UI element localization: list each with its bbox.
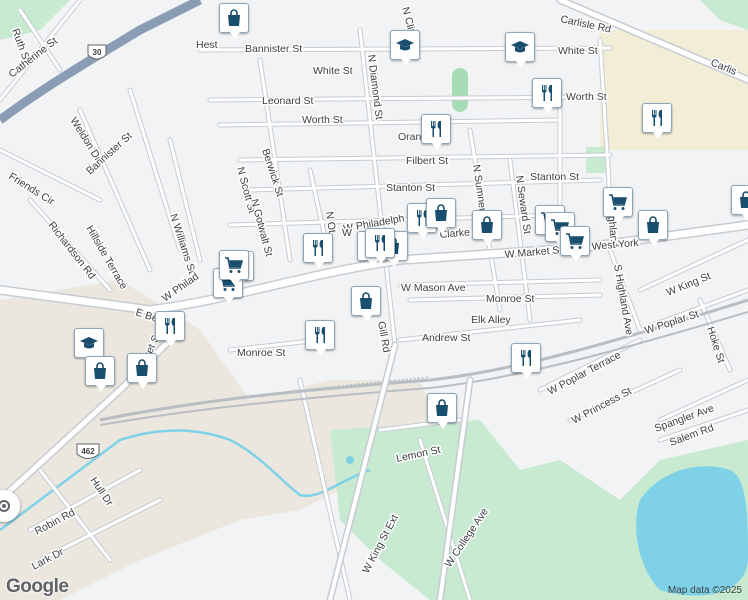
location-icon xyxy=(0,500,10,512)
poi-marker-restaurant[interactable] xyxy=(511,343,541,381)
street-label: Hoke St xyxy=(704,325,727,364)
street-label: Stanton St xyxy=(386,182,435,194)
street-label: Stanton St xyxy=(530,171,579,183)
street-label: Monroe St xyxy=(486,293,535,305)
street-label: W Poplar St xyxy=(643,308,700,337)
street-label: Bannister St xyxy=(245,43,302,55)
street-label: W Princess St xyxy=(570,385,634,427)
shopping-bag-icon xyxy=(85,356,115,392)
fork-knife-icon xyxy=(305,320,335,356)
google-logo: Google xyxy=(6,576,69,597)
poi-marker-grocery[interactable] xyxy=(603,187,633,225)
graduation-cap-icon xyxy=(505,32,535,68)
map-attribution[interactable]: Map data ©2025 xyxy=(668,585,742,596)
street-label: Filbert St xyxy=(406,155,448,167)
poi-marker-restaurant[interactable] xyxy=(532,78,562,116)
shopping-bag-icon xyxy=(427,393,457,429)
fork-knife-icon xyxy=(303,233,333,269)
poi-marker-grocery[interactable] xyxy=(560,226,590,264)
fork-knife-icon xyxy=(642,103,672,139)
shopping-bag-icon xyxy=(731,185,748,221)
shopping-cart-icon xyxy=(560,226,590,262)
shopping-bag-icon xyxy=(638,210,668,246)
poi-marker-grocery[interactable] xyxy=(219,250,249,288)
shopping-bag-icon xyxy=(351,286,381,322)
park-area xyxy=(452,68,468,112)
street-label: Monroe St xyxy=(237,347,286,359)
water-body xyxy=(636,466,748,596)
poi-marker-shopping[interactable] xyxy=(426,198,456,236)
street-label: N Gotwalt St xyxy=(248,198,275,258)
pond xyxy=(346,456,354,464)
poi-marker-school[interactable] xyxy=(505,32,535,70)
poi-marker-shopping[interactable] xyxy=(219,3,249,41)
fork-knife-icon xyxy=(155,311,185,347)
fork-knife-icon xyxy=(365,228,395,264)
poi-marker-shopping[interactable] xyxy=(427,393,457,431)
poi-marker-restaurant[interactable] xyxy=(642,103,672,141)
poi-marker-shopping[interactable] xyxy=(731,185,748,223)
shopping-cart-icon xyxy=(603,187,633,223)
svg-text:462: 462 xyxy=(81,447,95,456)
poi-marker-shopping[interactable] xyxy=(85,356,115,394)
shopping-cart-icon xyxy=(219,250,249,286)
street-label: Hillside Terrace xyxy=(83,224,129,292)
fork-knife-icon xyxy=(511,343,541,379)
poi-marker-restaurant[interactable] xyxy=(155,311,185,349)
graduation-cap-icon xyxy=(390,30,420,66)
poi-marker-school[interactable] xyxy=(390,30,420,68)
shopping-bag-icon xyxy=(472,210,502,246)
shopping-bag-icon xyxy=(127,353,157,389)
street-label: Worth St xyxy=(566,91,607,103)
route-shield-30: 30 xyxy=(87,44,107,60)
street-label: Elk Alley xyxy=(471,314,511,326)
street-label: Hest xyxy=(196,39,218,51)
poi-marker-shopping[interactable] xyxy=(127,353,157,391)
street-label: Gill Rd xyxy=(375,320,392,353)
fork-knife-icon xyxy=(532,78,562,114)
poi-marker-shopping[interactable] xyxy=(351,286,381,324)
route-shield-462: 462 xyxy=(76,443,100,459)
park-area xyxy=(700,0,748,30)
street-label: W xyxy=(342,227,352,239)
street-label: Worth St xyxy=(302,114,343,126)
poi-marker-restaurant[interactable] xyxy=(305,320,335,358)
poi-marker-shopping[interactable] xyxy=(638,210,668,248)
poi-marker-restaurant[interactable] xyxy=(365,228,395,266)
svg-text:30: 30 xyxy=(93,48,102,57)
poi-marker-restaurant[interactable] xyxy=(303,233,333,271)
street-label: Leonard St xyxy=(262,95,313,107)
poi-marker-shopping[interactable] xyxy=(472,210,502,248)
street-label: Andrew St xyxy=(422,332,471,344)
shopping-bag-icon xyxy=(426,198,456,234)
street-label: White St xyxy=(313,65,353,77)
fork-knife-icon xyxy=(421,114,451,150)
street-label: West York xyxy=(591,237,640,253)
street-label: S Highland Ave xyxy=(611,263,635,336)
street-label: White St xyxy=(558,45,598,57)
street-label: N Williams St xyxy=(167,212,198,275)
poi-marker-restaurant[interactable] xyxy=(421,114,451,152)
graduation-cap-icon xyxy=(74,328,104,364)
street-label: W Mason Ave xyxy=(401,282,466,294)
shopping-bag-icon xyxy=(219,3,249,39)
